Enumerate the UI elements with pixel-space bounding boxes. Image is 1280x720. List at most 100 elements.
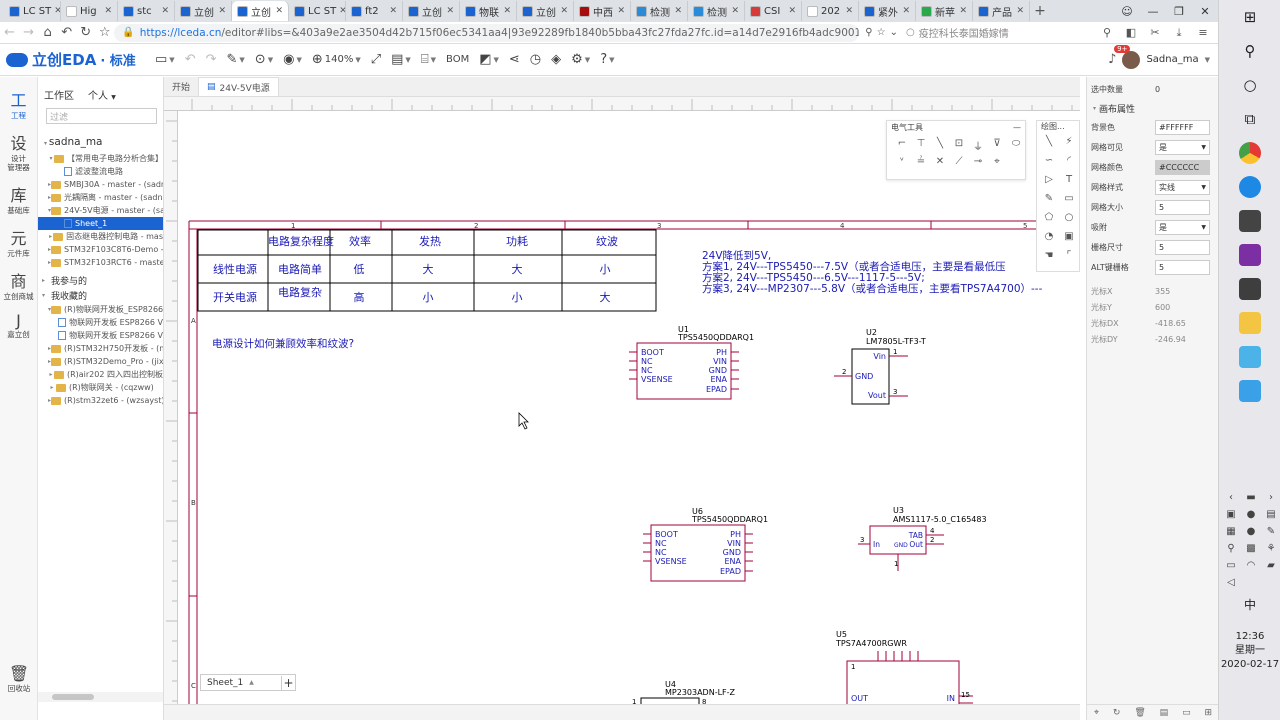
manufacture-menu-button[interactable]: ⌸ ▼ (416, 48, 441, 72)
pin-panel-icon[interactable]: ⌖ (1094, 708, 1099, 718)
tray-app-icon[interactable]: ▤ (1261, 509, 1280, 520)
close-tab-icon[interactable]: ✕ (389, 6, 397, 16)
speaker-icon[interactable]: ◁ (1221, 577, 1241, 588)
avatar[interactable] (1122, 50, 1141, 69)
eda-logo[interactable]: 立创EDA · 标准 (0, 49, 150, 70)
corner-tool-icon[interactable]: ⌜ (1060, 250, 1078, 267)
search-icon[interactable]: ⚲ (1098, 26, 1116, 40)
tree-folder[interactable]: ▸ STM32F103RCT6 - maste (38, 256, 163, 269)
chrome-app-icon[interactable] (1219, 136, 1280, 170)
browser-tab[interactable]: 物联 ✕ (460, 1, 517, 21)
probe-tool-icon[interactable]: ⟋ (950, 156, 968, 167)
tree-file[interactable]: 物联网开发板 ESP8266 V (38, 316, 163, 329)
url-dropdown-icon[interactable]: ⌄ (890, 27, 898, 38)
close-tab-icon[interactable]: ✕ (275, 6, 283, 16)
close-tab-icon[interactable]: ✕ (339, 6, 345, 16)
close-tab-icon[interactable]: ✕ (902, 6, 910, 16)
minimize-icon[interactable]: — (1140, 5, 1166, 18)
section-favorites[interactable]: ▾ 我收藏的 (38, 288, 163, 303)
gnd-symbol-tool-icon[interactable]: ≟ (912, 156, 930, 167)
hot-search-box[interactable]: ○ 疫控科长泰国婚嫁情 (898, 25, 1098, 40)
menu-icon[interactable]: ≡ (1194, 26, 1212, 40)
profile-icon[interactable]: ☺ (1114, 5, 1140, 18)
calculator-app-icon[interactable] (1219, 204, 1280, 238)
tree-folder[interactable]: ▸ STM32F103C8T6-Demo - (38, 243, 163, 256)
forward-icon[interactable]: → (19, 25, 38, 40)
cortana-icon[interactable]: ○ (1219, 68, 1280, 102)
browser-tab[interactable]: Hig ✕ (61, 1, 118, 21)
browser-tab[interactable]: 立创 ✕ (517, 1, 574, 21)
zoom-button[interactable]: ⊕ 140% ▼ (307, 48, 366, 72)
pin-tool-icon[interactable]: ⊸ (969, 156, 987, 167)
rect-tool-icon[interactable]: ▭ (1060, 193, 1078, 210)
search-icon[interactable]: ⚲ (1219, 34, 1280, 68)
redo-button[interactable]: ↷ (201, 48, 222, 72)
rail-item-2[interactable]: 库基础库 (0, 182, 37, 215)
tree-folder[interactable]: ▸ (R)物联网关 - (cqzww) (38, 381, 163, 394)
chevron-up-icon[interactable]: ▲ (249, 679, 254, 686)
tree-file[interactable]: 滤波整流电路 (38, 165, 163, 178)
rail-item-4[interactable]: 商立创商城 (0, 268, 37, 301)
scroll-thumb[interactable] (52, 694, 94, 700)
close-tab-icon[interactable]: ✕ (674, 6, 682, 16)
tray-app-icon[interactable]: ⚲ (1221, 543, 1241, 554)
browser-tab[interactable]: ft2 ✕ (346, 1, 403, 21)
prop-input[interactable]: 5 (1155, 239, 1210, 255)
bezier-tool-icon[interactable]: ∽ (1040, 155, 1058, 172)
sheet-tab[interactable]: Sheet_1 ▲ + (200, 674, 296, 691)
theme-button[interactable]: ◩ ▼ (474, 48, 504, 72)
restore-icon[interactable]: ❐ (1166, 5, 1192, 18)
component-u6[interactable]: U6 TPS5450QDDARQ1 BOOT NC NC VSENSE PH V… (643, 507, 768, 582)
share-button[interactable]: ⋖ (504, 48, 525, 72)
hand-tool-icon[interactable]: ☚ (1040, 250, 1058, 267)
close-tab-icon[interactable]: ✕ (54, 6, 60, 16)
explorer-app-icon[interactable] (1219, 306, 1280, 340)
drawing-tools-title[interactable]: 绘图... (1037, 121, 1079, 134)
tree-folder[interactable]: ▸ (R)STM32H750开发板 - (n (38, 342, 163, 355)
rail-item-3[interactable]: 元元件库 (0, 225, 37, 258)
tree-hscrollbar[interactable] (38, 692, 163, 702)
wechat-app-icon[interactable] (1219, 374, 1280, 408)
history-button[interactable]: ◷ (525, 48, 546, 72)
edit-menu-button[interactable]: ✎ ▼ (222, 48, 250, 72)
schematic-canvas[interactable]: 1 2 3 4 5 A B C 电路复杂程度 效率 发热 功耗 纹波 线性电源 (178, 111, 1080, 704)
settings-button[interactable]: ⚙ ▼ (566, 48, 595, 72)
power-tool-icon[interactable]: ⊽ (988, 138, 1006, 153)
reload-icon[interactable]: ↻ (76, 25, 95, 40)
wifi-icon[interactable]: ◠ (1241, 560, 1261, 571)
tree-file[interactable]: Sheet_1 (38, 217, 163, 230)
new-tab-button[interactable]: + (1030, 3, 1050, 19)
user-name[interactable]: Sadna_ma (1146, 54, 1198, 65)
file-menu-button[interactable]: ▭ ▼ (150, 48, 180, 72)
browser-tab[interactable]: 立创 ✕ (232, 1, 289, 21)
chevron-right-icon[interactable]: ▸ (48, 384, 56, 391)
place-menu-button[interactable]: ⊙ ▼ (250, 48, 278, 72)
browser-tab[interactable]: 202 ✕ (802, 1, 859, 21)
wire-tool-icon[interactable]: ⌐ (893, 138, 911, 153)
undo-button[interactable]: ↶ (180, 48, 201, 72)
rail-item-1[interactable]: 设设计 管理器 (0, 130, 37, 172)
net-port-tool-icon[interactable]: ⬭ (1007, 138, 1025, 153)
altium-app-icon[interactable] (1219, 272, 1280, 306)
home-icon[interactable]: ⌂ (38, 25, 57, 40)
close-tab-icon[interactable]: ✕ (617, 6, 625, 16)
monitor-icon[interactable]: ▭ (1221, 560, 1241, 571)
tree-folder[interactable]: ▸ SMBJ30A - master - (sadna (38, 178, 163, 191)
tray-chevron-right-icon[interactable]: › (1261, 492, 1280, 503)
net-label-tool-icon[interactable]: ⊡ (950, 138, 968, 153)
tree-folder[interactable]: ▾ 【常用电子电路分析合集】 (38, 152, 163, 165)
browser-tab[interactable]: 新苹 ✕ (916, 1, 973, 21)
add-sheet-button[interactable]: + (281, 675, 295, 690)
browser-tab[interactable]: CSI ✕ (745, 1, 802, 21)
help-button[interactable]: ? ▼ (595, 48, 619, 72)
browser-tab[interactable]: 紧外 ✕ (859, 1, 916, 21)
close-tab-icon[interactable]: ✕ (560, 6, 568, 16)
browser-tab[interactable]: 立创 ✕ (403, 1, 460, 21)
tray-app-icon[interactable]: ✎ (1261, 526, 1280, 537)
tree-folder[interactable]: ▸ (R)STM32Demo_Pro - (jixu (38, 355, 163, 368)
back-icon[interactable]: ← (0, 25, 19, 40)
close-tab-icon[interactable]: ✕ (845, 6, 853, 16)
extension-icon[interactable]: ◧ (1122, 26, 1140, 40)
polyline-tool-icon[interactable]: ⚡ (1060, 136, 1078, 153)
close-tab-icon[interactable]: ✕ (104, 6, 112, 16)
